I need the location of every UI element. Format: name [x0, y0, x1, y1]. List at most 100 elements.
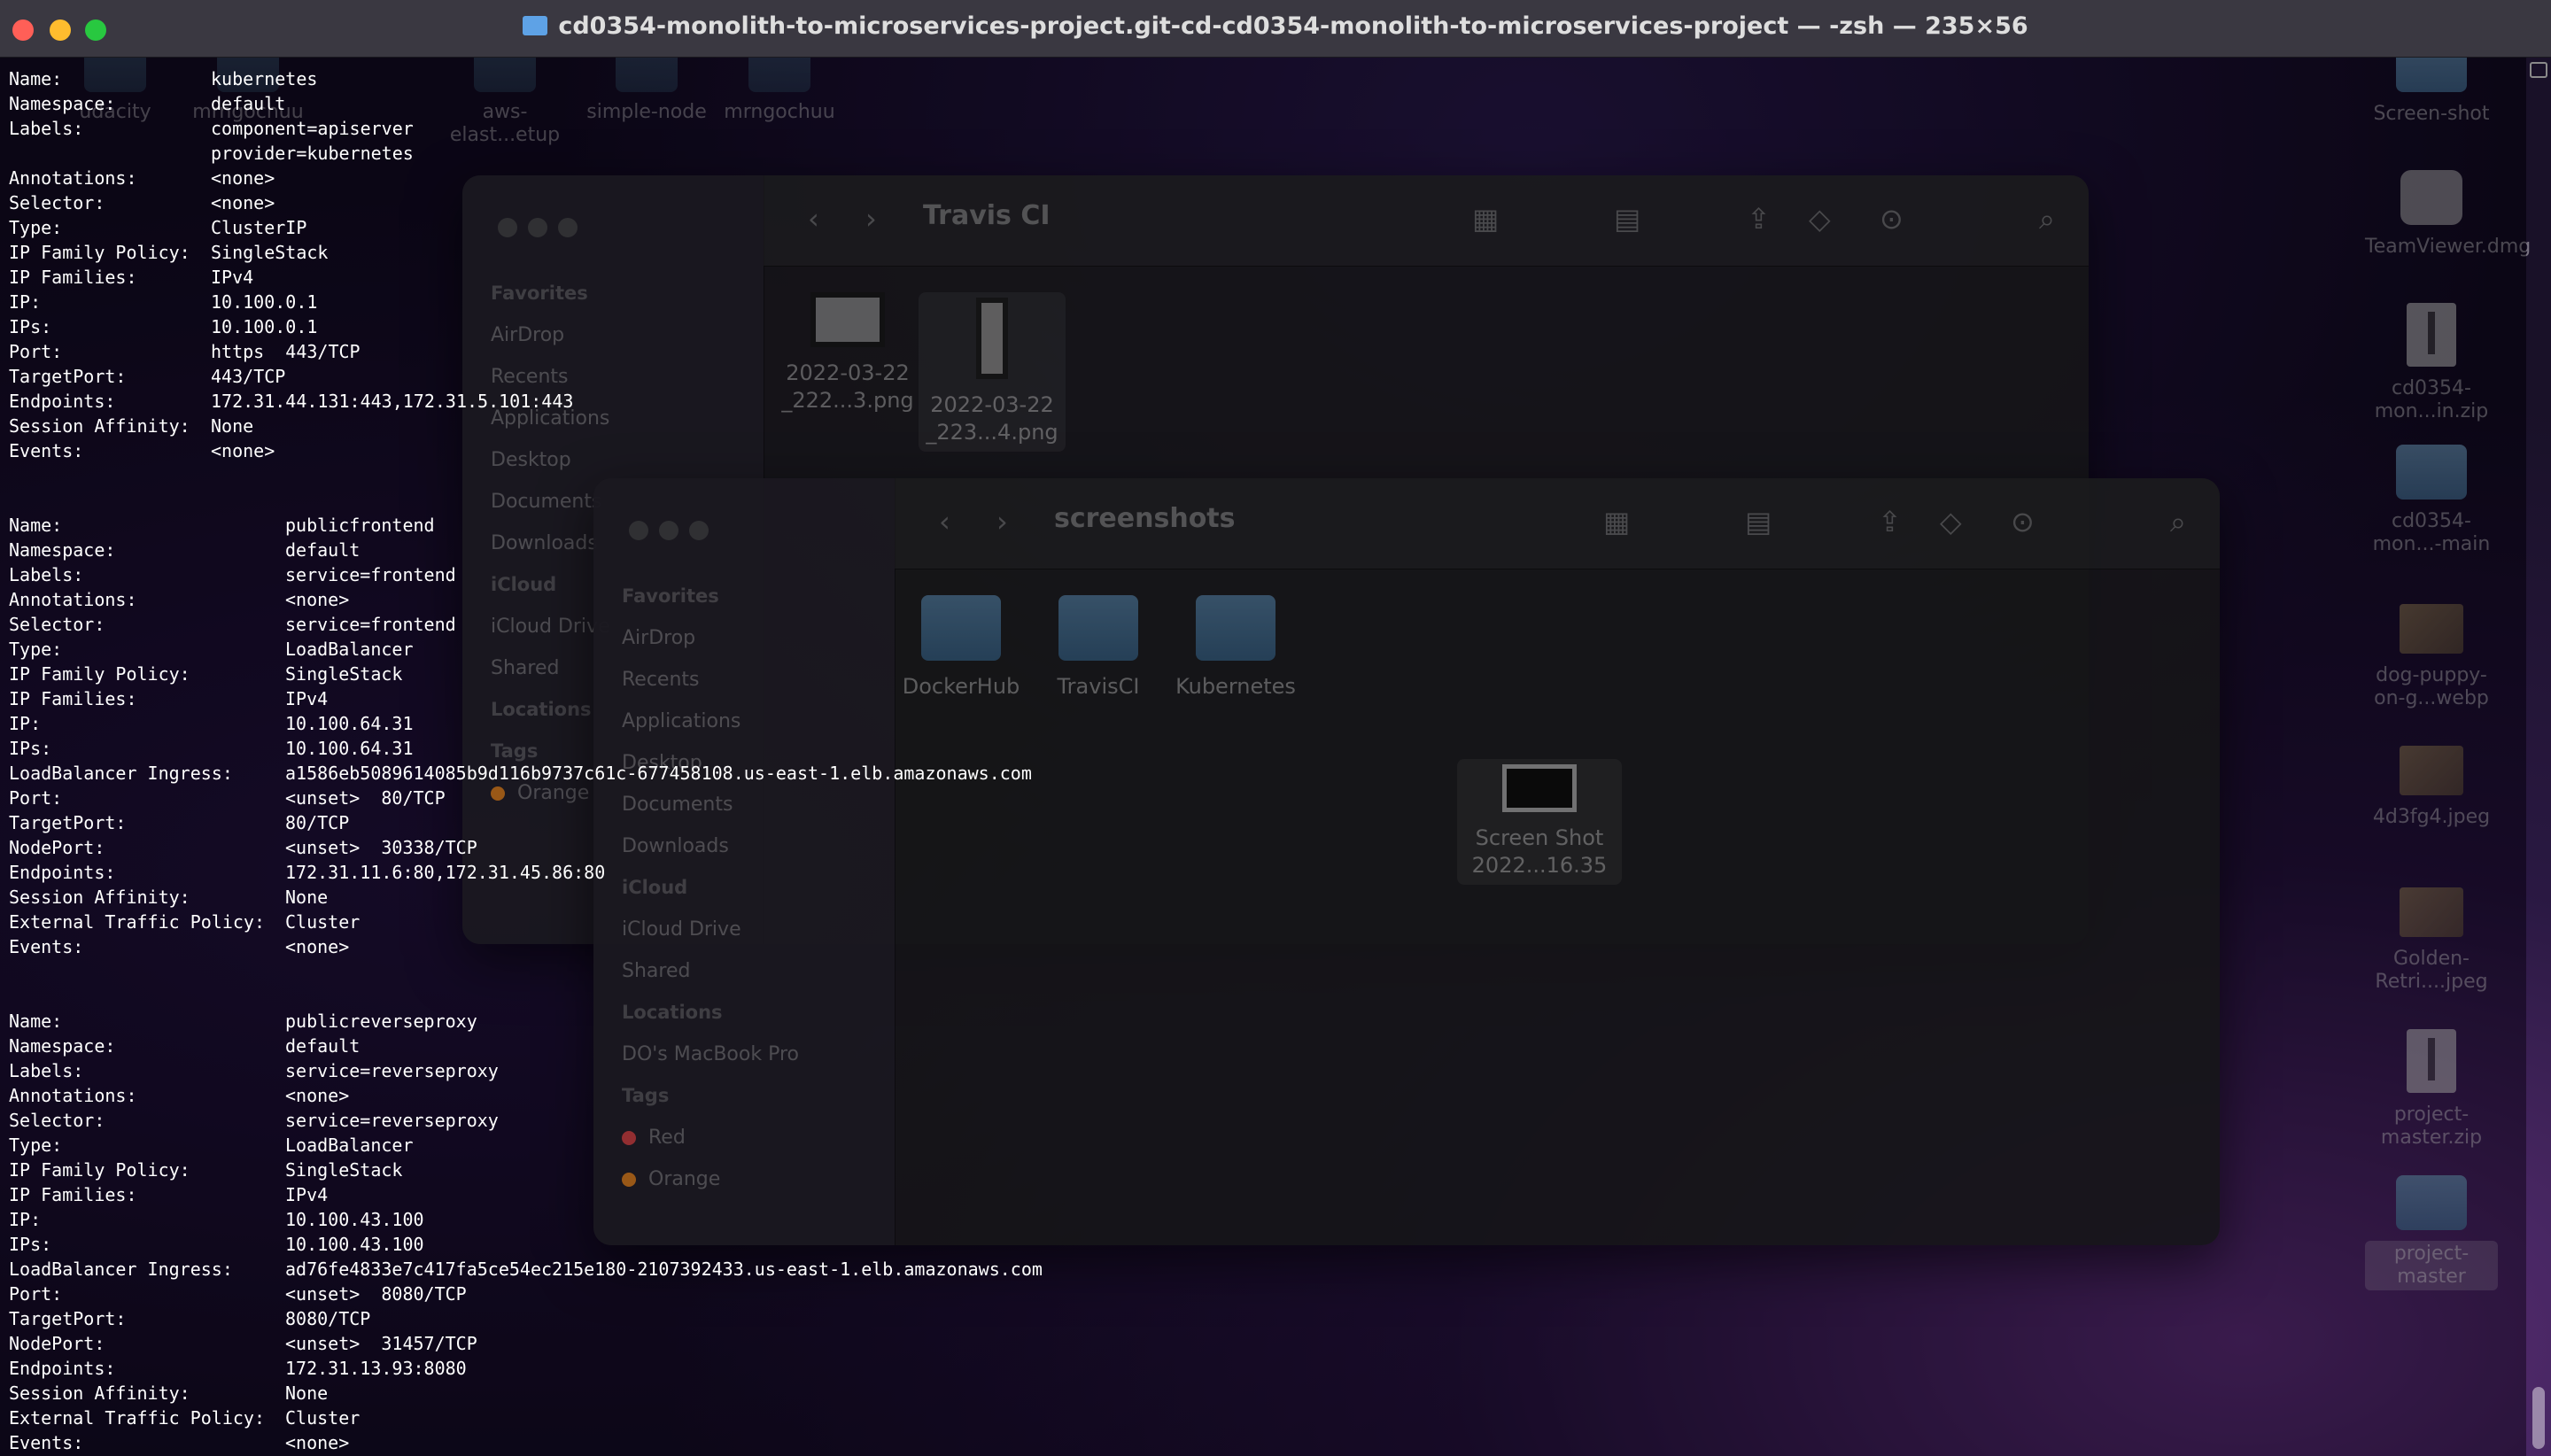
field-value: <unset> 30338/TCP: [285, 837, 477, 858]
field-name: Annotations:: [9, 589, 137, 610]
field-value: <none>: [285, 589, 350, 610]
field-name: Endpoints:: [9, 391, 116, 412]
terminal-line: IPs: 10.100.0.1: [9, 314, 1160, 339]
field-value: <unset> 31457/TCP: [285, 1333, 477, 1354]
terminal-output[interactable]: Name: kubernetes Namespace: default Labels: c…: [0, 58, 2526, 1456]
terminal-line: TargetPort: 80/TCP: [9, 810, 1160, 835]
field-value: Cluster: [285, 911, 361, 933]
field-value: <unset> 8080/TCP: [285, 1283, 467, 1305]
field-name: Events:: [9, 936, 84, 957]
terminal-line: IPs: 10.100.43.100: [9, 1232, 1160, 1257]
field-value: ad76fe4833e7c417fa5ce54ec215e180-2107392…: [285, 1259, 1043, 1280]
field-name: IP Family Policy:: [9, 1159, 190, 1181]
terminal-line: IP Family Policy: SingleStack: [9, 662, 1160, 686]
terminal-line: Annotations: <none>: [9, 587, 1160, 612]
terminal-line: Session Affinity: None: [9, 414, 1160, 438]
field-name: NodePort:: [9, 1333, 105, 1354]
field-value: SingleStack: [285, 663, 403, 685]
field-name: Labels:: [9, 118, 84, 139]
field-value: <none>: [211, 440, 275, 461]
field-name: IPs:: [9, 738, 52, 759]
field-name: IPs:: [9, 1234, 52, 1255]
terminal-scrollbar[interactable]: [2526, 58, 2551, 1456]
field-value: default: [211, 93, 286, 114]
terminal-line: IP: 10.100.0.1: [9, 290, 1160, 314]
terminal-line: Session Affinity: None: [9, 1381, 1160, 1406]
folder-icon: [523, 16, 548, 35]
field-name: Namespace:: [9, 93, 116, 114]
field-value: 10.100.43.100: [285, 1234, 424, 1255]
field-name: Annotations:: [9, 1085, 137, 1106]
terminal-line: IP Family Policy: SingleStack: [9, 1158, 1160, 1182]
terminal-line: Selector: service=frontend: [9, 612, 1160, 637]
field-name: TargetPort:: [9, 812, 127, 833]
field-value: kubernetes: [211, 68, 318, 89]
field-value: IPv4: [285, 1184, 329, 1205]
field-value: service=reverseproxy: [285, 1060, 499, 1081]
field-value: 10.100.64.31: [285, 738, 414, 759]
terminal-line: Labels: component=apiserver: [9, 116, 1160, 141]
terminal-line: Port: <unset> 80/TCP: [9, 786, 1160, 810]
terminal-line: Labels: service=frontend: [9, 562, 1160, 587]
field-value: LoadBalancer: [285, 1135, 414, 1156]
field-name: Namespace:: [9, 539, 116, 561]
field-name: Name:: [9, 1011, 63, 1032]
field-name: IP Families:: [9, 688, 137, 709]
field-name: External Traffic Policy:: [9, 1407, 265, 1429]
terminal-line: TargetPort: 8080/TCP: [9, 1306, 1160, 1331]
terminal-line: Endpoints: 172.31.11.6:80,172.31.45.86:80: [9, 860, 1160, 885]
terminal-line: Annotations: <none>: [9, 166, 1160, 190]
field-name: IPs:: [9, 316, 52, 337]
field-value: IPv4: [211, 267, 254, 288]
terminal-titlebar[interactable]: cd0354-monolith-to-microservices-project…: [0, 0, 2551, 58]
terminal-line: NodePort: <unset> 30338/TCP: [9, 835, 1160, 860]
field-name: Port:: [9, 1283, 63, 1305]
terminal-line: Events: <none>: [9, 934, 1160, 959]
field-value: 10.100.0.1: [211, 291, 318, 313]
scrollbar-thumb[interactable]: [2532, 1387, 2545, 1449]
terminal-line: Events: <none>: [9, 438, 1160, 463]
field-value: service=frontend: [285, 614, 456, 635]
field-value: https 443/TCP: [211, 341, 361, 362]
field-value: <none>: [285, 1085, 350, 1106]
field-value: None: [285, 1382, 329, 1404]
field-name: TargetPort:: [9, 366, 127, 387]
field-name: Namespace:: [9, 1035, 116, 1057]
field-value: a1586eb5089614085b9d116b9737c61c-6774581…: [285, 763, 1032, 784]
terminal-line: External Traffic Policy: Cluster: [9, 1406, 1160, 1430]
terminal-line: LoadBalancer Ingress: ad76fe4833e7c417fa5…: [9, 1257, 1160, 1282]
field-name: IP:: [9, 1209, 42, 1230]
field-value: 8080/TCP: [285, 1308, 371, 1329]
field-name: Type:: [9, 639, 63, 660]
terminal-line: Selector: service=reverseproxy: [9, 1108, 1160, 1133]
field-name: NodePort:: [9, 837, 105, 858]
field-name: Selector:: [9, 614, 105, 635]
field-name: Endpoints:: [9, 862, 116, 883]
field-value: 172.31.11.6:80,172.31.45.86:80: [285, 862, 606, 883]
terminal-line: Port: https 443/TCP: [9, 339, 1160, 364]
field-name: Endpoints:: [9, 1358, 116, 1379]
terminal-line: Port: <unset> 8080/TCP: [9, 1282, 1160, 1306]
terminal-line: IP Family Policy: SingleStack: [9, 240, 1160, 265]
field-value: component=apiserver: [211, 118, 414, 139]
field-value: LoadBalancer: [285, 639, 414, 660]
field-name: IP Families:: [9, 1184, 137, 1205]
terminal-line: IP Families: IPv4: [9, 686, 1160, 711]
terminal-line: Type: ClusterIP: [9, 215, 1160, 240]
scroll-menu-icon[interactable]: [2530, 62, 2547, 78]
field-name: Type:: [9, 1135, 63, 1156]
field-name: Name:: [9, 515, 63, 536]
field-name: Events:: [9, 440, 84, 461]
terminal-line: Type: LoadBalancer: [9, 1133, 1160, 1158]
field-value: publicfrontend: [285, 515, 435, 536]
field-value: SingleStack: [211, 242, 329, 263]
terminal-line: Type: LoadBalancer: [9, 637, 1160, 662]
field-value: service=frontend: [285, 564, 456, 585]
terminal-line: Annotations: <none>: [9, 1083, 1160, 1108]
terminal-line: Selector: <none>: [9, 190, 1160, 215]
field-value: 443/TCP: [211, 366, 286, 387]
terminal-line: Endpoints: 172.31.13.93:8080: [9, 1356, 1160, 1381]
